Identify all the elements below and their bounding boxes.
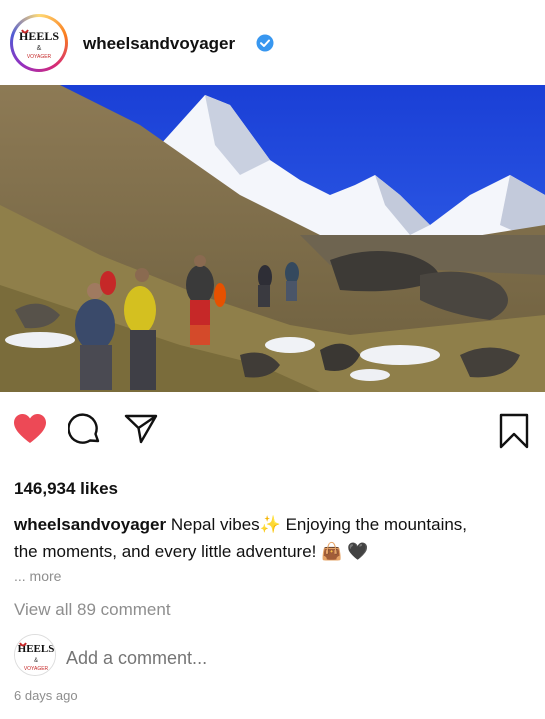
svg-text:&: &	[37, 45, 42, 52]
comment-input[interactable]	[66, 648, 526, 669]
svg-text:&: &	[34, 658, 38, 664]
post-timestamp: 6 days ago	[14, 688, 78, 703]
heart-icon[interactable]	[13, 413, 47, 450]
svg-text:VOYAGER: VOYAGER	[24, 666, 49, 672]
bookmark-icon[interactable]	[498, 413, 530, 454]
comment-icon[interactable]	[67, 413, 102, 452]
view-all-comments-link[interactable]: View all 89 comment	[14, 600, 171, 620]
likes-count[interactable]: 146,934 likes	[14, 479, 118, 499]
action-bar	[0, 405, 545, 455]
post-image[interactable]	[0, 85, 545, 392]
commenter-avatar: HEELS & VOYAGER	[14, 634, 56, 676]
share-icon[interactable]	[124, 413, 158, 450]
caption: wheelsandvoyager Nepal vibes✨ Enjoying t…	[14, 511, 534, 565]
username[interactable]: wheelsandvoyager	[83, 34, 235, 54]
profile-avatar[interactable]: HEELS & VOYAGER	[10, 14, 68, 72]
caption-line-1: Nepal vibes✨ Enjoying the mountains,	[170, 515, 468, 534]
svg-text:VOYAGER: VOYAGER	[27, 54, 52, 60]
add-comment-row: HEELS & VOYAGER	[0, 634, 545, 678]
avatar-logo: HEELS & VOYAGER	[16, 20, 62, 66]
caption-line-2: the moments, and every little adventure!…	[14, 542, 369, 561]
svg-text:HEELS: HEELS	[19, 29, 59, 43]
more-link[interactable]: ... more	[14, 568, 61, 584]
post-header: HEELS & VOYAGER wheelsandvoyager	[0, 0, 545, 85]
caption-username[interactable]: wheelsandvoyager	[14, 515, 166, 534]
verified-badge-icon	[256, 34, 274, 52]
